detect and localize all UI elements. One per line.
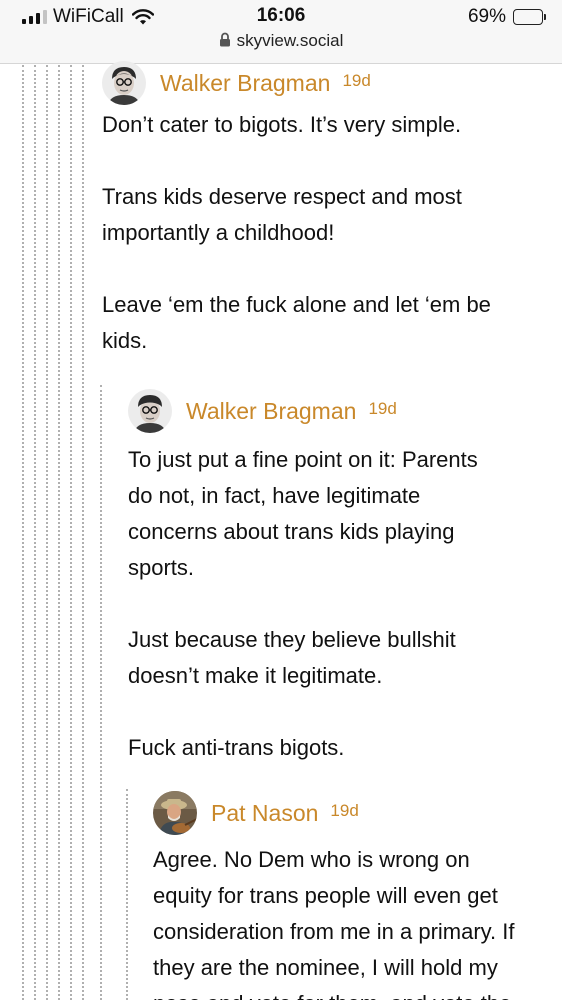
thread-line bbox=[100, 385, 102, 1000]
thread-line bbox=[34, 65, 36, 1000]
post-header: Pat Nason 19d bbox=[153, 790, 359, 836]
status-bar: WiFiCall 16:06 69% skyview.social bbox=[0, 0, 562, 64]
post[interactable]: Walker Bragman 19d To just put a fine po… bbox=[128, 388, 562, 783]
author-name[interactable]: Pat Nason bbox=[211, 800, 318, 827]
thread-line bbox=[46, 65, 48, 1000]
avatar[interactable] bbox=[102, 61, 146, 105]
post-text-gap bbox=[128, 586, 478, 622]
author-name[interactable]: Walker Bragman bbox=[186, 398, 356, 425]
post-header: Walker Bragman 19d bbox=[128, 388, 397, 434]
post-age[interactable]: 19d bbox=[342, 71, 370, 91]
post-text-gap bbox=[128, 694, 478, 730]
post[interactable]: Walker Bragman 19d Don’t cater to bigots… bbox=[102, 60, 562, 370]
thread-line bbox=[70, 65, 72, 1000]
url-text: skyview.social bbox=[236, 31, 344, 50]
status-right: 69% bbox=[468, 6, 546, 28]
url-bar[interactable]: skyview.social bbox=[0, 31, 562, 51]
thread-line bbox=[58, 65, 60, 1000]
post-text-line: kids. bbox=[102, 328, 148, 353]
post-text-line: consideration from me in a primary. If bbox=[153, 919, 515, 944]
thread-line bbox=[22, 65, 24, 1000]
post-text-line: Fuck anti-trans bigots. bbox=[128, 735, 345, 760]
thread-line bbox=[126, 789, 128, 1000]
post-age[interactable]: 19d bbox=[330, 801, 358, 821]
thread-line bbox=[82, 65, 84, 1000]
post-body: Agree. No Dem who is wrong on equity for… bbox=[153, 842, 515, 1000]
post-text-gap bbox=[102, 143, 491, 179]
post-text-line: Just because they believe bullshit bbox=[128, 627, 456, 652]
lock-icon bbox=[219, 32, 230, 47]
post-text-line: Agree. No Dem who is wrong on bbox=[153, 847, 470, 872]
author-name[interactable]: Walker Bragman bbox=[160, 70, 330, 97]
avatar[interactable] bbox=[128, 389, 172, 433]
post-header: Walker Bragman 19d bbox=[102, 60, 371, 106]
thread[interactable]: Walker Bragman 19d Don’t cater to bigots… bbox=[0, 61, 562, 1000]
battery-icon bbox=[513, 9, 546, 25]
avatar[interactable] bbox=[153, 791, 197, 835]
post-text-line: Leave ‘em the fuck alone and let ‘em be bbox=[102, 292, 491, 317]
post-text-line: doesn’t make it legitimate. bbox=[128, 663, 383, 688]
post-text-line: Don’t cater to bigots. It’s very simple. bbox=[102, 112, 462, 137]
post-text-line: importantly a childhood! bbox=[102, 220, 335, 245]
post-text-line: concerns about trans kids playing bbox=[128, 519, 455, 544]
post-text-line: To just put a fine point on it: Parents bbox=[128, 447, 478, 472]
battery-percent: 69% bbox=[467, 6, 506, 27]
post-body: To just put a fine point on it: Parents … bbox=[128, 442, 478, 766]
post-age[interactable]: 19d bbox=[368, 399, 396, 419]
post[interactable]: Pat Nason 19d Agree. No Dem who is wrong… bbox=[153, 790, 562, 1000]
post-body: Don’t cater to bigots. It’s very simple.… bbox=[102, 107, 491, 359]
post-text-line: Trans kids deserve respect and most bbox=[102, 184, 462, 209]
post-text-line: they are the nominee, I will hold my bbox=[153, 955, 498, 980]
post-text-line: do not, in fact, have legitimate bbox=[128, 483, 421, 508]
post-text-line: sports. bbox=[128, 555, 195, 580]
post-text-line: equity for trans people will even get bbox=[153, 883, 498, 908]
post-text-line: nose and vote for them, and vote the bbox=[153, 986, 515, 1000]
post-text-gap bbox=[102, 251, 491, 287]
